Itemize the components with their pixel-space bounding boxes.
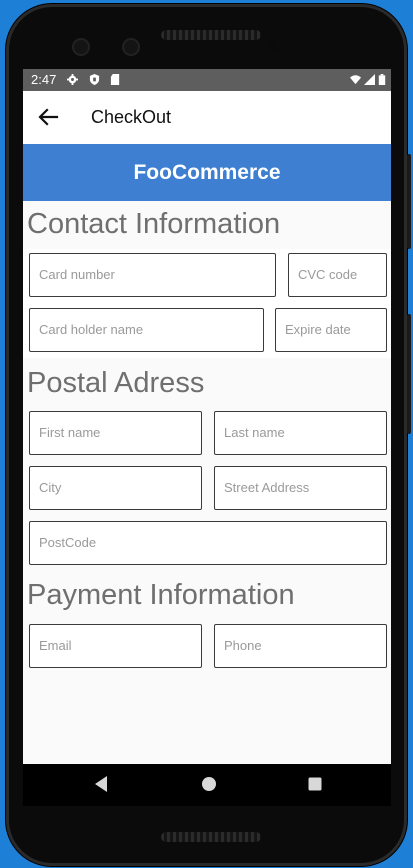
front-camera-right (122, 38, 140, 56)
postal-section-title: Postal Adress (27, 367, 205, 399)
volume-button (407, 314, 411, 434)
payment-section-title: Payment Information (27, 579, 295, 611)
city-input[interactable]: City (29, 466, 202, 510)
app-bar: CheckOut (23, 91, 391, 144)
first-name-input[interactable]: First name (29, 411, 202, 455)
wifi-icon (350, 75, 361, 85)
status-time: 2:47 (31, 72, 57, 87)
power-button (407, 154, 411, 249)
nav-back-icon[interactable] (93, 775, 109, 793)
settings-icon (67, 74, 78, 85)
postcode-input[interactable]: PostCode (29, 521, 387, 565)
email-input[interactable]: Email (29, 624, 202, 668)
screen: 2:47 CheckOut FooCommerce Contact Inform… (23, 69, 391, 806)
brand-header: FooCommerce (23, 144, 391, 201)
card-number-input[interactable]: Card number (29, 253, 276, 297)
earpiece-speaker (161, 30, 261, 40)
contact-section-title: Contact Information (27, 208, 281, 240)
navigation-bar (23, 764, 391, 806)
status-bar: 2:47 (23, 69, 391, 91)
sd-card-icon (110, 74, 120, 85)
proximity-sensor (268, 41, 278, 51)
battery-icon (378, 74, 386, 85)
shield-icon (89, 74, 100, 85)
arrow-left-icon[interactable] (37, 106, 59, 128)
cvc-input[interactable]: CVC code (288, 253, 387, 297)
front-camera-left (72, 38, 90, 56)
bottom-speaker (161, 832, 261, 842)
street-address-input[interactable]: Street Address (214, 466, 387, 510)
signal-icon (364, 74, 375, 85)
expire-date-input[interactable]: Expire date (275, 308, 387, 352)
phone-input[interactable]: Phone (214, 624, 387, 668)
nav-home-icon[interactable] (200, 775, 218, 793)
last-name-input[interactable]: Last name (214, 411, 387, 455)
card-holder-input[interactable]: Card holder name (29, 308, 264, 352)
page-title: CheckOut (91, 107, 172, 127)
nav-recent-icon[interactable] (307, 775, 323, 793)
